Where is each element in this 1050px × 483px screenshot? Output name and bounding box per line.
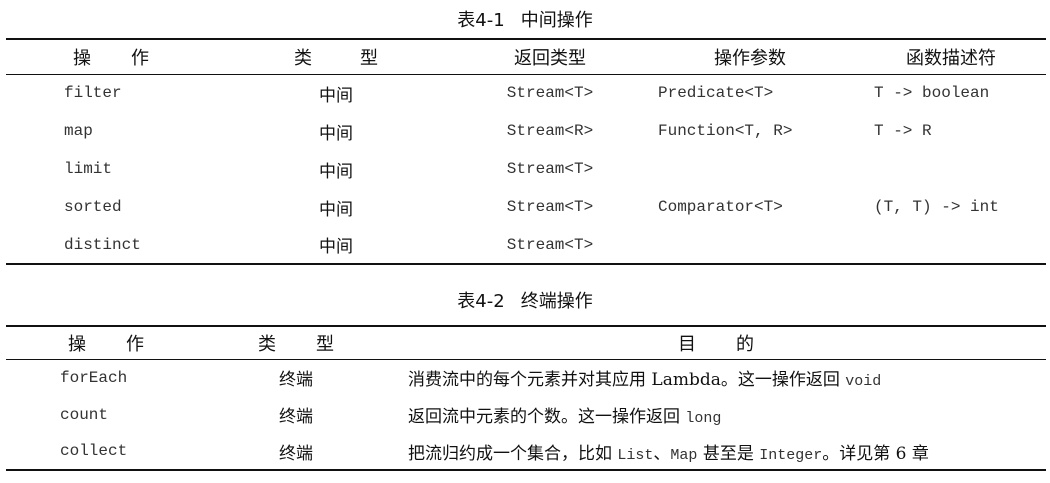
terminal-operations-table: 操作 类型 目的 forEach 终端 消费流中的每个元素并对其应用 Lambd…: [6, 325, 1046, 471]
cell-operation: collect: [60, 442, 128, 460]
header-parameter: 操作参数: [714, 47, 786, 69]
table-row: forEach 终端 消费流中的每个元素并对其应用 Lambda。这一操作返回 …: [6, 359, 1046, 396]
header-descriptor: 函数描述符: [906, 47, 996, 69]
header-type: 类型: [294, 47, 378, 69]
cell-operation: count: [60, 405, 109, 424]
cell-return-type: Stream<T>: [506, 198, 594, 216]
cell-purpose: 消费流中的每个元素并对其应用 Lambda。这一操作返回 void: [408, 370, 882, 391]
cell-operation: distinct: [64, 235, 141, 254]
table-row: limit 中间 Stream<T>: [6, 150, 1046, 188]
header-return-type: 返回类型: [514, 47, 586, 69]
table-row: collect 终端 把流归约成一个集合，比如 List、Map 甚至是 Int…: [6, 433, 1046, 470]
cell-operation: map: [64, 122, 93, 140]
cell-parameter: Predicate<T>: [658, 84, 774, 103]
cell-operation: limit: [64, 160, 113, 178]
cell-type: 中间: [319, 237, 353, 257]
cell-purpose: 把流归约成一个集合，比如 List、Map 甚至是 Integer。详见第 6 …: [408, 443, 929, 464]
intermediate-operations-table: 操作 类型 返回类型 操作参数 函数描述符 filter 中间 Stream<T…: [6, 38, 1046, 265]
table-row: filter 中间 Stream<T> Predicate<T> T -> bo…: [6, 74, 1046, 112]
cell-operation: filter: [64, 84, 122, 103]
header-operation: 操作: [73, 47, 149, 69]
table-header-row: 操作 类型 目的: [6, 326, 1046, 359]
cell-descriptor: [856, 150, 1046, 188]
caption-title: 中间操作: [520, 10, 593, 31]
header-operation: 操作: [68, 333, 144, 355]
cell-return-type: Stream<T>: [506, 84, 594, 103]
caption-number: 表4-2: [457, 291, 505, 312]
table-row: sorted 中间 Stream<T> Comparator<T> (T, T)…: [6, 188, 1046, 226]
table-header-row: 操作 类型 返回类型 操作参数 函数描述符: [6, 39, 1046, 74]
table-row: distinct 中间 Stream<T>: [6, 226, 1046, 264]
cell-operation: forEach: [60, 368, 128, 387]
cell-return-type: Stream<T>: [506, 160, 594, 178]
table-row: count 终端 返回流中元素的个数。这一操作返回 long: [6, 396, 1046, 433]
cell-type: 中间: [319, 161, 353, 182]
cell-purpose: 返回流中元素的个数。这一操作返回 long: [408, 407, 722, 427]
cell-return-type: Stream<R>: [506, 122, 594, 140]
cell-type: 终端: [279, 370, 313, 391]
cell-parameter: [644, 150, 856, 188]
cell-descriptor: (T, T) -> int: [874, 198, 999, 216]
cell-type: 终端: [279, 443, 313, 464]
cell-return-type: Stream<T>: [506, 235, 594, 254]
caption-number: 表4-1: [457, 10, 505, 31]
cell-type: 中间: [319, 199, 353, 220]
table-row: map 中间 Stream<R> Function<T, R> T -> R: [6, 112, 1046, 150]
cell-parameter: [644, 226, 856, 264]
cell-type: 中间: [319, 123, 353, 144]
cell-descriptor: T -> R: [874, 122, 932, 140]
header-type: 类型: [258, 333, 334, 355]
cell-operation: sorted: [64, 198, 122, 216]
caption-title: 终端操作: [520, 291, 593, 312]
cell-parameter: Function<T, R>: [658, 122, 793, 140]
cell-type: 终端: [279, 407, 313, 427]
header-purpose: 目的: [678, 333, 754, 355]
cell-type: 中间: [319, 85, 353, 106]
table-caption-4-2: 表4-2 终端操作: [0, 287, 1050, 313]
cell-descriptor: T -> boolean: [874, 84, 990, 103]
cell-descriptor: [856, 226, 1046, 264]
cell-parameter: Comparator<T>: [658, 198, 783, 216]
table-caption-4-1: 表4-1 中间操作: [0, 6, 1050, 32]
